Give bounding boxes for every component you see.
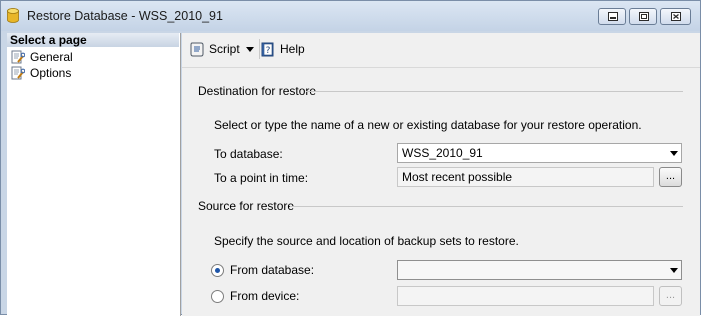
maximize-button[interactable] <box>629 8 657 25</box>
title-bar[interactable]: Restore Database - WSS_2010_91 <box>1 1 700 31</box>
from-database-combo[interactable] <box>397 260 682 280</box>
section-divider <box>306 91 683 92</box>
from-device-radio[interactable] <box>211 290 224 303</box>
point-in-time-field[interactable]: Most recent possible <box>397 167 654 187</box>
page-item-label: General <box>30 50 73 64</box>
page-item-label: Options <box>30 66 72 80</box>
help-book-icon: ? <box>261 42 274 57</box>
help-button[interactable]: ? Help <box>260 40 305 58</box>
point-in-time-value: Most recent possible <box>402 170 513 184</box>
window-title: Restore Database - WSS_2010_91 <box>27 9 223 23</box>
minimize-button[interactable] <box>598 8 626 25</box>
page-item-general[interactable]: General <box>11 49 73 65</box>
general-page-content: Script ? Help Destination for restore Se… <box>182 33 700 316</box>
destination-instruction: Select or type the name of a new or exis… <box>214 118 642 132</box>
restore-database-window: Restore Database - WSS_2010_91 Select a … <box>0 0 701 316</box>
toolbar: Script ? Help <box>182 33 700 68</box>
from-device-label: From device: <box>230 289 300 303</box>
script-button[interactable]: Script <box>189 40 240 58</box>
select-page-pane: Select a page General Options <box>7 33 181 316</box>
page-wrench-icon <box>11 66 26 80</box>
to-database-label: To database: <box>214 147 283 161</box>
chevron-down-icon <box>670 268 678 273</box>
destination-section-label: Destination for restore <box>198 84 317 98</box>
from-device-browse-button[interactable]: ... <box>659 286 682 306</box>
minimize-icon <box>608 12 618 21</box>
chevron-down-icon <box>670 151 678 156</box>
to-database-combo[interactable]: WSS_2010_91 <box>397 143 682 163</box>
point-in-time-browse-button[interactable]: ... <box>659 167 682 187</box>
select-page-header: Select a page <box>7 33 179 47</box>
maximize-icon <box>639 12 649 21</box>
to-database-value: WSS_2010_91 <box>402 146 483 160</box>
help-label: Help <box>280 42 305 56</box>
close-button[interactable] <box>660 8 691 25</box>
section-divider <box>290 206 683 207</box>
source-section-label: Source for restore <box>198 199 295 213</box>
from-database-radio[interactable] <box>211 264 224 277</box>
script-label: Script <box>209 42 240 56</box>
page-wrench-icon <box>11 50 26 64</box>
point-in-time-label: To a point in time: <box>214 171 309 185</box>
script-dropdown-arrow[interactable] <box>246 47 254 52</box>
svg-text:?: ? <box>266 46 271 56</box>
database-icon <box>7 8 19 23</box>
source-instruction: Specify the source and location of backu… <box>214 234 519 248</box>
chevron-down-icon <box>246 47 254 52</box>
script-icon <box>190 42 204 57</box>
from-device-field[interactable] <box>397 286 654 306</box>
close-icon <box>671 12 681 21</box>
page-item-options[interactable]: Options <box>11 65 71 81</box>
from-database-label: From database: <box>230 263 315 277</box>
